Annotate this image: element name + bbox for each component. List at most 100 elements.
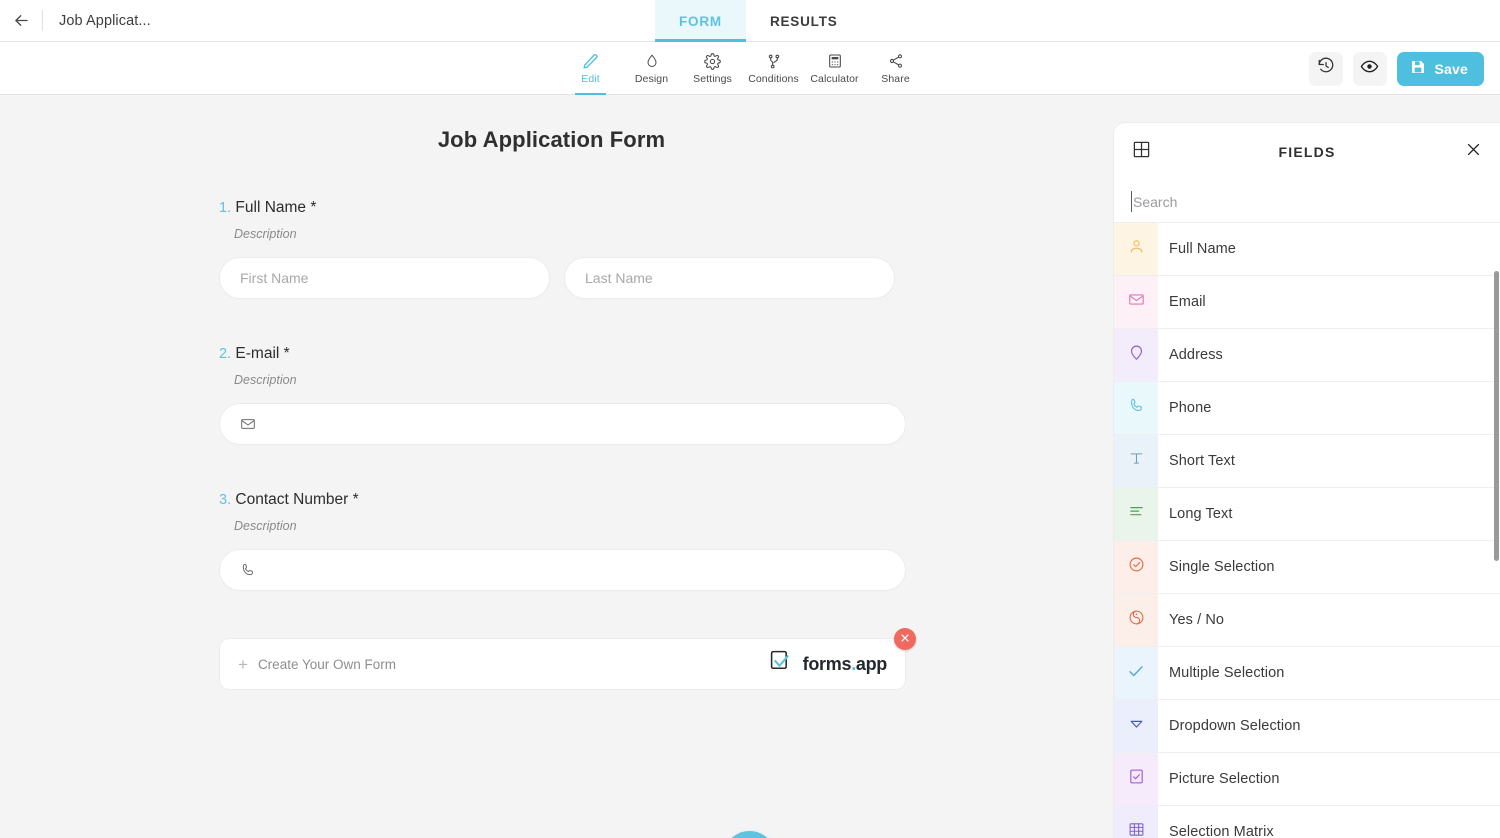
toolbar-label: Edit xyxy=(581,73,600,85)
field-icon-tile xyxy=(1114,276,1158,328)
field-icon-tile xyxy=(1114,223,1158,275)
toolbar-item-share[interactable]: Share xyxy=(865,42,926,95)
last-name-input[interactable]: Last Name xyxy=(564,257,895,299)
phone-icon xyxy=(240,562,256,578)
form-question-full-name[interactable]: 1. Full Name * Description First Name La… xyxy=(208,199,895,299)
field-item-yes-no[interactable]: Yes / No xyxy=(1114,594,1500,647)
form-question-contact-number[interactable]: 3. Contact Number * Description xyxy=(208,491,895,591)
tab-results[interactable]: RESULTS xyxy=(746,0,862,42)
question-text: Contact Number xyxy=(235,491,348,508)
editor-toolbar: Edit Design Settings xyxy=(0,42,1500,95)
toolbar-label: Conditions xyxy=(748,73,799,85)
question-description[interactable]: Description xyxy=(208,227,895,241)
toolbar-label: Share xyxy=(881,73,910,85)
field-icon-tile xyxy=(1114,435,1158,487)
field-item-full-name[interactable]: Full Name xyxy=(1114,223,1500,276)
question-number: 3. xyxy=(219,492,231,508)
grid-icon[interactable] xyxy=(1132,140,1151,164)
inputs-row xyxy=(208,549,895,591)
question-number: 1. xyxy=(219,200,231,216)
field-item-label: Picture Selection xyxy=(1158,753,1280,805)
version-history-button[interactable] xyxy=(1309,52,1343,86)
fields-list-scrollbar[interactable] xyxy=(1494,223,1499,838)
field-item-short-text[interactable]: Short Text xyxy=(1114,435,1500,488)
field-item-picture-selection[interactable]: Picture Selection xyxy=(1114,753,1500,806)
user-icon xyxy=(1128,238,1145,260)
field-icon-tile xyxy=(1114,488,1158,540)
toolbar-item-settings[interactable]: Settings xyxy=(682,42,743,95)
pencil-icon xyxy=(582,53,599,70)
first-name-input[interactable]: First Name xyxy=(219,257,550,299)
question-description[interactable]: Description xyxy=(208,519,895,533)
top-bar: Job Applicat... FORM RESULTS xyxy=(0,0,1500,42)
forms-app-logo[interactable]: forms.app xyxy=(769,649,887,679)
field-item-email[interactable]: Email xyxy=(1114,276,1500,329)
remove-branding-button[interactable] xyxy=(894,628,916,650)
envelope-icon xyxy=(240,416,256,432)
field-icon-tile xyxy=(1114,594,1158,646)
field-item-label: Multiple Selection xyxy=(1158,647,1284,699)
share-icon xyxy=(888,53,904,70)
history-icon xyxy=(1317,57,1335,80)
field-icon-tile xyxy=(1114,541,1158,593)
field-icon-tile xyxy=(1114,329,1158,381)
field-item-label: Dropdown Selection xyxy=(1158,700,1301,752)
image-check-icon xyxy=(1128,768,1145,790)
back-button[interactable] xyxy=(0,0,42,41)
close-icon[interactable] xyxy=(1465,141,1482,163)
toolbar-tabs: Edit Design Settings xyxy=(560,42,926,95)
fields-search[interactable]: Search xyxy=(1114,181,1500,223)
fields-list: Full Name Email xyxy=(1114,223,1500,838)
align-left-icon xyxy=(1128,503,1145,525)
field-icon-tile xyxy=(1114,700,1158,752)
preview-button[interactable] xyxy=(1353,52,1387,86)
form-canvas: Job Application Form 1. Full Name * Desc… xyxy=(0,95,1103,838)
field-item-label: Phone xyxy=(1158,382,1211,434)
plus-icon: + xyxy=(238,656,248,673)
toolbar-label: Calculator xyxy=(810,73,858,85)
field-item-selection-matrix[interactable]: Selection Matrix xyxy=(1114,806,1500,838)
question-description[interactable]: Description xyxy=(208,373,895,387)
calculator-icon xyxy=(827,53,843,70)
arrow-left-icon xyxy=(12,11,31,30)
document-title[interactable]: Job Applicat... xyxy=(43,0,151,41)
toolbar-item-design[interactable]: Design xyxy=(621,42,682,95)
question-text: Full Name xyxy=(235,199,306,216)
toolbar-item-conditions[interactable]: Conditions xyxy=(743,42,804,95)
field-item-single-selection[interactable]: Single Selection xyxy=(1114,541,1500,594)
field-item-address[interactable]: Address xyxy=(1114,329,1500,382)
toolbar-item-calculator[interactable]: Calculator xyxy=(804,42,865,95)
field-icon-tile xyxy=(1114,806,1158,838)
email-input[interactable] xyxy=(219,403,906,445)
required-marker: * xyxy=(353,491,359,508)
toolbar-label: Design xyxy=(635,73,668,85)
field-item-phone[interactable]: Phone xyxy=(1114,382,1500,435)
form-question-email[interactable]: 2. E-mail * Description xyxy=(208,345,895,445)
scrollbar-thumb[interactable] xyxy=(1494,271,1499,561)
field-item-dropdown-selection[interactable]: Dropdown Selection xyxy=(1114,700,1500,753)
text-caret xyxy=(1131,191,1132,212)
save-button[interactable]: Save xyxy=(1397,52,1485,86)
toolbar-actions: Save xyxy=(1309,42,1485,95)
branding-banner[interactable]: + Create Your Own Form forms.app xyxy=(219,638,906,690)
create-own-form-cta[interactable]: + Create Your Own Form xyxy=(238,656,396,673)
droplet-icon xyxy=(644,53,660,70)
form-title[interactable]: Job Application Form xyxy=(0,127,1103,153)
field-item-multiple-selection[interactable]: Multiple Selection xyxy=(1114,647,1500,700)
field-item-label: Single Selection xyxy=(1158,541,1275,593)
tab-form[interactable]: FORM xyxy=(655,0,746,42)
forms-app-mark-icon xyxy=(769,649,794,679)
field-item-label: Email xyxy=(1158,276,1206,328)
search-input[interactable]: Search xyxy=(1132,194,1177,210)
fields-panel-title: FIELDS xyxy=(1114,144,1500,160)
toolbar-item-edit[interactable]: Edit xyxy=(560,42,621,95)
branch-icon xyxy=(766,53,782,70)
form-fields: 1. Full Name * Description First Name La… xyxy=(208,199,895,690)
field-item-long-text[interactable]: Long Text xyxy=(1114,488,1500,541)
required-marker: * xyxy=(284,345,290,362)
fields-panel-header: FIELDS xyxy=(1114,123,1500,181)
phone-input[interactable] xyxy=(219,549,906,591)
field-item-label: Selection Matrix xyxy=(1158,806,1274,838)
add-field-button[interactable] xyxy=(723,831,776,838)
save-label: Save xyxy=(1435,61,1469,77)
